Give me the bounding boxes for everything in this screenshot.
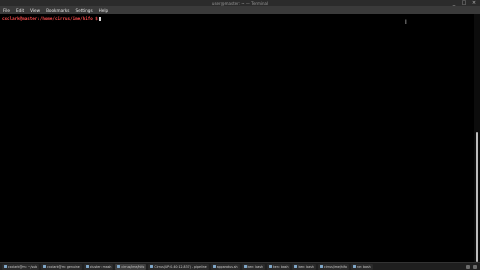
text-cursor — [98, 16, 102, 21]
terminal-icon — [117, 265, 121, 268]
taskbar: cxclark@m: ~/sub cxclark@m: genuine clus… — [0, 262, 480, 270]
terminal-icon — [43, 265, 47, 268]
taskbar-item[interactable]: cirrus/ime/hifo — [317, 263, 349, 270]
terminal-window: user@master: ~ — Terminal _ □ × File Edi… — [0, 0, 480, 262]
taskbar-item[interactable]: ne: bash — [350, 263, 373, 270]
minimize-button[interactable]: _ — [451, 1, 457, 6]
menu-edit[interactable]: Edit — [16, 7, 24, 14]
terminal-icon — [294, 265, 298, 268]
taskbar-item-label: cirrus/ime/hifo — [323, 264, 347, 269]
close-button[interactable]: × — [471, 1, 477, 6]
terminal-icon — [243, 265, 247, 268]
taskbar-item-label: ken: bash — [298, 264, 314, 269]
terminal-icon — [85, 265, 89, 268]
terminal-icon — [319, 265, 323, 268]
title-bar[interactable]: user@master: ~ — Terminal _ □ × — [0, 0, 480, 7]
scrollbar-thumb[interactable] — [476, 132, 478, 262]
vertical-scrollbar[interactable] — [474, 14, 480, 262]
taskbar-item[interactable]: cluster: mash — [83, 263, 114, 270]
taskbar-item-label: cxclark@m: ~/sub — [8, 264, 38, 269]
menu-settings[interactable]: Settings — [75, 7, 92, 14]
taskbar-item[interactable]: cxclark@m: ~/sub — [2, 263, 40, 270]
terminal-icon — [150, 265, 154, 268]
menu-bar: File Edit View Bookmarks Settings Help — [0, 7, 480, 14]
menu-bookmarks[interactable]: Bookmarks — [46, 7, 69, 14]
terminal-icon — [352, 265, 356, 268]
taskbar-item[interactable]: ken: bash — [241, 263, 266, 270]
mouse-ibeam-icon: I — [405, 19, 407, 26]
menu-view[interactable]: View — [30, 7, 40, 14]
network-icon[interactable] — [466, 264, 470, 269]
menu-file[interactable]: File — [3, 7, 10, 14]
taskbar-item-label: ken: bash — [247, 264, 264, 269]
system-tray — [466, 264, 480, 269]
shell-prompt: cxclark@master:/home/cirrus/ime/hifo $ — [2, 16, 98, 21]
terminal-output[interactable]: cxclark@master:/home/cirrus/ime/hifo $ — [0, 14, 474, 262]
taskbar-item-label: ne: bash — [356, 264, 371, 269]
taskbar-item-label: ken: bash — [273, 264, 289, 269]
taskbar-item[interactable]: ken: bash — [292, 263, 316, 270]
maximize-button[interactable]: □ — [461, 1, 467, 6]
taskbar-item[interactable]: Cirrus(UP:0.40:12.837) - pipeline — [148, 263, 209, 270]
menu-help[interactable]: Help — [99, 7, 109, 14]
taskbar-item[interactable]: cxclark@m: genuine — [41, 263, 82, 270]
taskbar-item-label: apparatus.sh — [216, 264, 238, 269]
taskbar-item-label: Cirrus(UP:0.40:12.837) - pipeline — [154, 264, 207, 269]
taskbar-item[interactable]: apparatus.sh — [210, 263, 240, 270]
volume-icon[interactable] — [473, 264, 477, 269]
terminal-icon — [4, 265, 7, 268]
taskbar-item-label: cxclark@m: genuine — [47, 264, 80, 269]
taskbar-item-label: cluster: mash — [89, 264, 112, 269]
terminal-icon — [212, 265, 216, 268]
taskbar-item[interactable]: ken: bash — [267, 263, 291, 270]
taskbar-item-active[interactable]: cirrus/ime/hifo — [115, 263, 147, 270]
prompt-line: cxclark@master:/home/cirrus/ime/hifo $ — [2, 16, 472, 21]
taskbar-item-label: cirrus/ime/hifo — [121, 264, 145, 269]
terminal-icon — [269, 265, 273, 268]
window-controls: _ □ × — [451, 1, 477, 6]
window-title: user@master: ~ — Terminal — [211, 1, 269, 6]
